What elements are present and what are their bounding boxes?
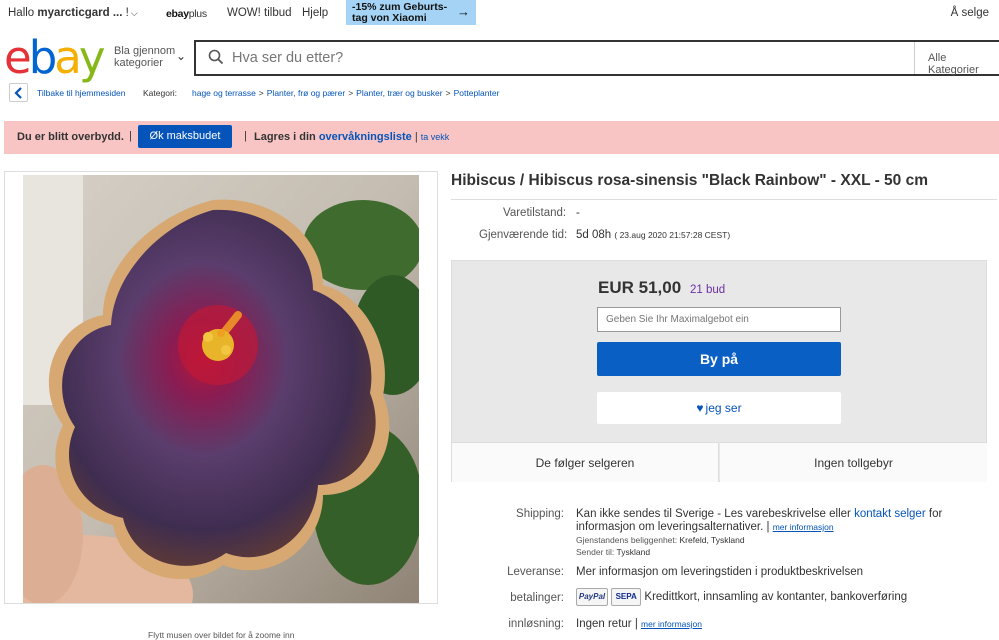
paypal-logo: PayPal [576, 588, 608, 606]
max-bid-input[interactable]: Geben Sie Ihr Maximalgebot ein [597, 307, 841, 332]
ebay-plus-label: plus [188, 8, 207, 20]
breadcrumb-separator: > [445, 88, 451, 98]
logo-letter-e: e [4, 31, 32, 84]
remove-from-watchlist-link[interactable]: ta vekk [421, 132, 450, 142]
time-left: 5d 08h ( 23.aug 2020 21:57:28 CEST) [576, 229, 730, 241]
separator: | [766, 521, 770, 533]
ebay-logo[interactable]: ebay [4, 31, 106, 84]
ebay-plus-brand: ebay [166, 8, 189, 20]
current-price: EUR 51,00 [598, 278, 682, 297]
returns-more-info-link[interactable]: mer informasjon [641, 619, 702, 629]
greeting-suffix: ! [125, 7, 129, 19]
logo-letter-b: b [28, 31, 58, 84]
sepa-logo: SEPA [611, 588, 642, 606]
browse-categories-button[interactable]: Bla gjennom kategorier ⌄ [114, 45, 186, 69]
no-customs-fee: Ingen tollgebyr [720, 442, 987, 482]
greeting-prefix: Hallo [8, 7, 35, 19]
payment-label: betalinger: [510, 592, 564, 604]
ebay-plus-link[interactable]: ebayplus [166, 8, 207, 20]
item-photo[interactable] [23, 175, 419, 603]
watchlist-link[interactable]: overvåkningsliste [319, 131, 412, 143]
chevron-left-icon [14, 87, 22, 99]
delivery-value: Mer informasjon om leveringstiden i prod… [576, 566, 863, 578]
condition-label: Varetilstand: [503, 207, 567, 219]
condition-value: - [576, 207, 580, 219]
watch-button[interactable]: ♥ jeg ser [597, 392, 841, 424]
breadcrumb-trail: hage og terrasse > Planter, frø og pærer > P… [192, 88, 499, 98]
item-image-viewer[interactable] [4, 171, 438, 604]
divider [451, 199, 997, 200]
shipping-label: Shipping: [516, 508, 564, 520]
end-date: ( 23.aug 2020 21:57:28 CEST) [614, 230, 731, 240]
category-label: Kategori: [143, 88, 178, 98]
bid-count-link[interactable]: 21 bud [690, 284, 725, 296]
contact-seller-link[interactable]: kontakt selger [854, 508, 926, 520]
breadcrumb-item[interactable]: Potteplanter [454, 88, 500, 98]
chevron-down-icon: ⌵ [130, 8, 138, 18]
time-left-value: 5d 08h [576, 229, 612, 241]
ships-to-value: Tyskland [616, 547, 651, 557]
shipping-text: for [928, 508, 943, 520]
all-categories-dropdown[interactable]: Alle Kategorier [914, 42, 999, 76]
returns-value: Ingen retur [576, 618, 632, 630]
breadcrumb-item[interactable]: Planter, frø og pærer [267, 88, 345, 98]
promo-banner[interactable]: -15% zum Geburts- tag von Xiaomi → [346, 0, 476, 25]
shipping-text: Kan ikke sendes til Sverige - Les varebe… [576, 508, 851, 520]
following-seller[interactable]: De følger selgeren [452, 442, 719, 482]
zoom-hint: Flytt musen over bildet for å zoome inn [148, 630, 295, 640]
item-location: Gjenstandens beliggenhet: Krefeld, Tyskl… [576, 535, 745, 545]
chevron-down-icon: ⌄ [175, 49, 186, 63]
payment-text: Kredittkort, innsamling av kontanter, ba… [644, 591, 908, 603]
logo-letter-y: y [78, 31, 106, 84]
user-greeting[interactable]: Hallo myarcticgard ... ! ⌵ [8, 7, 138, 19]
breadcrumb-separator: > [258, 88, 264, 98]
back-button[interactable] [9, 83, 28, 102]
outbid-alert: Du er blitt overbydd. | Øk maksbudet | L… [4, 121, 999, 154]
location-label: Gjenstandens beliggenhet: [576, 535, 678, 545]
breadcrumb: Tilbake til hjemmesiden Kategori: hage o… [0, 82, 999, 104]
location-value: Krefeld, Tyskland [679, 535, 745, 545]
returns-info: Ingen retur | mer informasjon [576, 618, 702, 630]
raise-max-bid-button[interactable]: Øk maksbudet [138, 125, 232, 148]
search-bar[interactable]: Hva ser du etter? Alle Kategorier [194, 40, 999, 76]
delivery-label: Leveranse: [507, 566, 564, 578]
watch-label: jeg ser [705, 401, 742, 415]
alert-separator: | [244, 130, 247, 142]
alert-separator: | [414, 131, 418, 143]
bid-panel: EUR 51,00 21 bud Geben Sie Ihr Maximalge… [451, 260, 987, 482]
saved-prefix: Lagres i din [254, 131, 316, 143]
wow-deals-link[interactable]: WOW! tilbud [227, 7, 292, 19]
ships-to-label: Sender til: [576, 547, 615, 557]
username: myarcticgard ... [37, 7, 123, 19]
separator: | [634, 618, 638, 630]
place-bid-button[interactable]: By på [597, 342, 841, 376]
shipping-info: Kan ikke sendes til Sverige - Les varebe… [576, 508, 996, 534]
top-bar: Hallo myarcticgard ... ! ⌵ ebayplus WOW! … [0, 0, 999, 26]
breadcrumb-item[interactable]: hage og terrasse [192, 88, 256, 98]
help-link[interactable]: Hjelp [302, 7, 328, 19]
logo-letter-a: a [54, 31, 82, 84]
heart-icon: ♥ [696, 401, 704, 415]
returns-label: innløsning: [508, 618, 564, 630]
arrow-right-icon: → [457, 4, 470, 19]
time-left-label: Gjenværende tid: [479, 229, 568, 241]
shipping-more-info-link[interactable]: mer informasjon [773, 522, 834, 532]
back-to-home-link[interactable]: Tilbake til hjemmesiden [37, 88, 126, 98]
search-icon [208, 49, 224, 65]
payment-methods: PayPal SEPA Kredittkort, innsamling av k… [576, 588, 907, 606]
ships-to: Sender til: Tyskland [576, 547, 650, 557]
breadcrumb-separator: > [348, 88, 354, 98]
item-title: Hibiscus / Hibiscus rosa-sinensis "Black… [451, 172, 928, 189]
breadcrumb-item[interactable]: Planter, trær og busker [356, 88, 442, 98]
browse-categories-label: Bla gjennom kategorier [114, 45, 176, 69]
shipping-text: informasjon om leveringsalternativer. [576, 521, 764, 533]
sell-link[interactable]: Å selge [951, 7, 989, 19]
search-input[interactable]: Hva ser du etter? [232, 50, 343, 66]
alert-separator: | [129, 130, 132, 142]
watchlist-notice: Lagres i din overvåkningsliste | ta vekk [254, 131, 449, 143]
outbid-message: Du er blitt overbydd. [17, 131, 124, 143]
